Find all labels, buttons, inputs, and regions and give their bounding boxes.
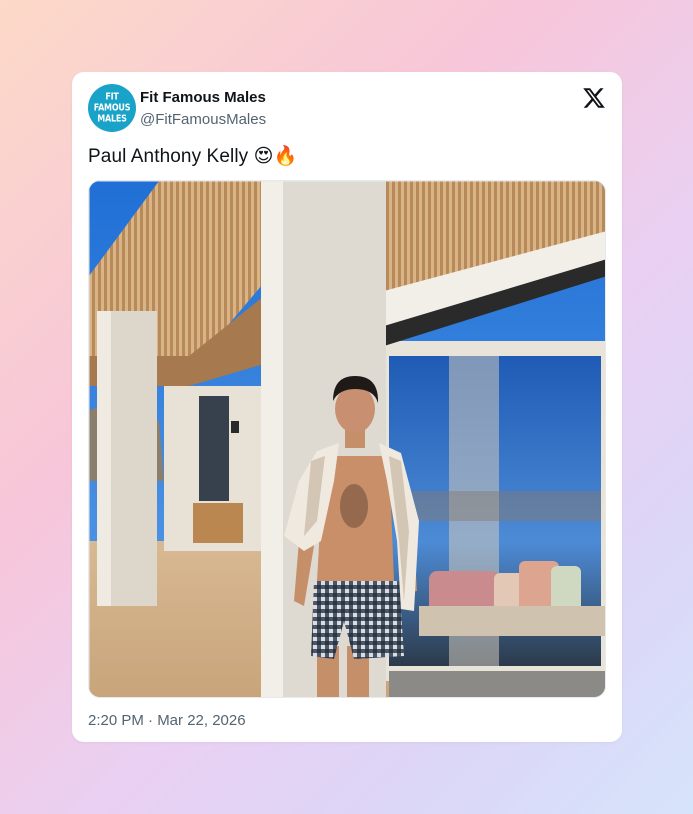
avatar-text-line: FIT — [105, 90, 119, 102]
photo-illustration — [89, 181, 605, 697]
tweet-card[interactable]: FIT FAMOUS MALES Fit Famous Males @FitFa… — [72, 72, 622, 742]
user-handle[interactable]: @FitFamousMales — [140, 111, 266, 128]
tweet-timestamp[interactable]: 2:20 PM · Mar 22, 2026 — [88, 712, 246, 729]
x-logo-icon[interactable] — [582, 86, 606, 110]
avatar-text-line: FAMOUS — [93, 101, 131, 113]
tweet-header: FIT FAMOUS MALES Fit Famous Males @FitFa… — [88, 84, 606, 132]
avatar-text-line: MALES — [97, 112, 127, 124]
display-name[interactable]: Fit Famous Males — [140, 89, 266, 106]
avatar[interactable]: FIT FAMOUS MALES — [88, 84, 136, 132]
tweet-photo[interactable] — [88, 180, 606, 698]
tweet-text: Paul Anthony Kelly 😍🔥 — [88, 146, 298, 167]
